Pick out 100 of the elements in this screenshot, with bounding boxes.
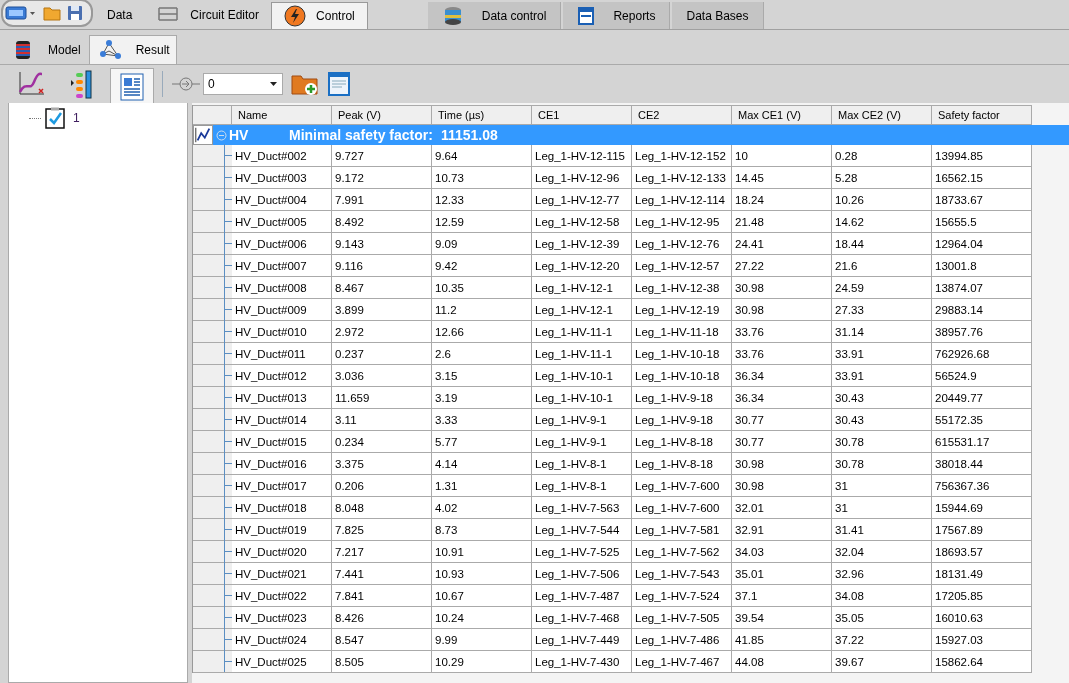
table-cell: 35.05 <box>832 607 932 629</box>
column-header[interactable]: Max CE2 (V) <box>832 105 932 125</box>
table-cell: 34.03 <box>732 541 832 563</box>
row-header[interactable] <box>193 607 232 629</box>
lightning-icon <box>284 5 307 27</box>
summary-value: 11151.08 <box>440 127 498 143</box>
table-cell: HV_Duct#013 <box>232 387 332 409</box>
table-cell: HV_Duct#014 <box>232 409 332 431</box>
view-button[interactable] <box>110 67 154 105</box>
tab[interactable]: Control <box>271 2 368 29</box>
table-cell: Leg_1-HV-7-600 <box>632 497 732 519</box>
table-cell: 44.08 <box>732 651 832 673</box>
checked-clipboard-icon[interactable] <box>45 107 65 129</box>
row-header[interactable] <box>193 497 232 519</box>
column-header[interactable]: Safety factor <box>932 105 1032 125</box>
table-cell: Leg_1-HV-9-1 <box>532 431 632 453</box>
table-cell: 5.28 <box>832 167 932 189</box>
table-cell: Leg_1-HV-7-487 <box>532 585 632 607</box>
table-cell: Leg_1-HV-7-486 <box>632 629 732 651</box>
table-cell: 10.29 <box>432 651 532 673</box>
table-cell: 31 <box>832 475 932 497</box>
tab[interactable]: Data control <box>427 2 562 29</box>
dropdown-field[interactable]: 0 <box>203 73 283 95</box>
row-header[interactable] <box>193 343 232 365</box>
table-cell: HV_Duct#019 <box>232 519 332 541</box>
row-header[interactable] <box>193 321 232 343</box>
table-cell: 30.98 <box>732 453 832 475</box>
table-cell: 38018.44 <box>932 453 1032 475</box>
row-header[interactable] <box>193 519 232 541</box>
window-icon[interactable] <box>327 71 351 97</box>
row-header[interactable] <box>193 409 232 431</box>
table-cell: 10.35 <box>432 277 532 299</box>
row-header[interactable] <box>193 651 232 673</box>
tab[interactable]: Result <box>88 35 177 64</box>
table-cell: 8.547 <box>332 629 432 651</box>
column-header[interactable]: CE2 <box>632 105 732 125</box>
tab[interactable]: Reports <box>563 2 671 29</box>
row-header[interactable] <box>193 563 232 585</box>
tab[interactable]: Model <box>10 36 89 64</box>
row-header[interactable] <box>193 431 232 453</box>
table-cell: Leg_1-HV-12-152 <box>632 145 732 167</box>
table-cell: 36.34 <box>732 365 832 387</box>
row-header[interactable] <box>193 387 232 409</box>
table-cell: 30.98 <box>732 277 832 299</box>
table-cell: Leg_1-HV-12-1 <box>532 299 632 321</box>
row-header[interactable] <box>193 585 232 607</box>
table-cell: 29883.14 <box>932 299 1032 321</box>
column-header[interactable]: CE1 <box>532 105 632 125</box>
table-cell: 9.172 <box>332 167 432 189</box>
table-cell: Leg_1-HV-9-1 <box>532 409 632 431</box>
folder-icon[interactable] <box>43 5 61 21</box>
table-cell: 16562.15 <box>932 167 1032 189</box>
table-cell: 0.28 <box>832 145 932 167</box>
column-header[interactable]: Name <box>232 105 332 125</box>
row-header[interactable] <box>193 255 232 277</box>
row-header[interactable] <box>193 629 232 651</box>
row-header[interactable] <box>193 365 232 387</box>
row-header[interactable] <box>193 453 232 475</box>
row-header[interactable] <box>193 167 232 189</box>
table-cell: HV_Duct#003 <box>232 167 332 189</box>
table-cell: HV_Duct#021 <box>232 563 332 585</box>
table-cell: 15944.69 <box>932 497 1032 519</box>
row-header[interactable] <box>193 211 232 233</box>
table-cell: 3.19 <box>432 387 532 409</box>
table-cell: 17205.85 <box>932 585 1032 607</box>
report-icon <box>577 5 596 26</box>
collapse-icon[interactable] <box>216 129 227 141</box>
table-cell: Leg_1-HV-8-1 <box>532 475 632 497</box>
tab[interactable]: Data Bases <box>672 2 764 29</box>
row-header[interactable] <box>193 475 232 497</box>
column-header[interactable]: Peak (V) <box>332 105 432 125</box>
table-cell: 0.234 <box>332 431 432 453</box>
table-cell: 30.98 <box>732 475 832 497</box>
add-folder-icon[interactable] <box>291 72 319 96</box>
window-menu-icon[interactable] <box>5 5 37 21</box>
row-header[interactable] <box>193 277 232 299</box>
table-cell: 4.14 <box>432 453 532 475</box>
row-header[interactable] <box>193 233 232 255</box>
tab[interactable]: Data <box>95 2 145 27</box>
table-cell: 2.972 <box>332 321 432 343</box>
table-cell: Leg_1-HV-12-77 <box>532 189 632 211</box>
row-header[interactable] <box>193 145 232 167</box>
column-header[interactable]: Max CE1 (V) <box>732 105 832 125</box>
table-cell: 8.426 <box>332 607 432 629</box>
save-icon[interactable] <box>67 5 83 21</box>
table-cell: Leg_1-HV-12-133 <box>632 167 732 189</box>
row-header[interactable] <box>193 189 232 211</box>
row-header[interactable] <box>193 541 232 563</box>
table-cell: 3.036 <box>332 365 432 387</box>
tree-item[interactable]: 1 <box>69 111 80 125</box>
table-cell: Leg_1-HV-7-449 <box>532 629 632 651</box>
table-cell: HV_Duct#017 <box>232 475 332 497</box>
table-cell: Leg_1-HV-7-467 <box>632 651 732 673</box>
table-cell: Leg_1-HV-12-114 <box>632 189 732 211</box>
table-cell: Leg_1-HV-7-600 <box>632 475 732 497</box>
table-cell: 3.11 <box>332 409 432 431</box>
column-header[interactable]: Time (µs) <box>432 105 532 125</box>
table-cell: 3.15 <box>432 365 532 387</box>
tab[interactable]: Circuit Editor <box>144 2 272 27</box>
row-header[interactable] <box>193 299 232 321</box>
